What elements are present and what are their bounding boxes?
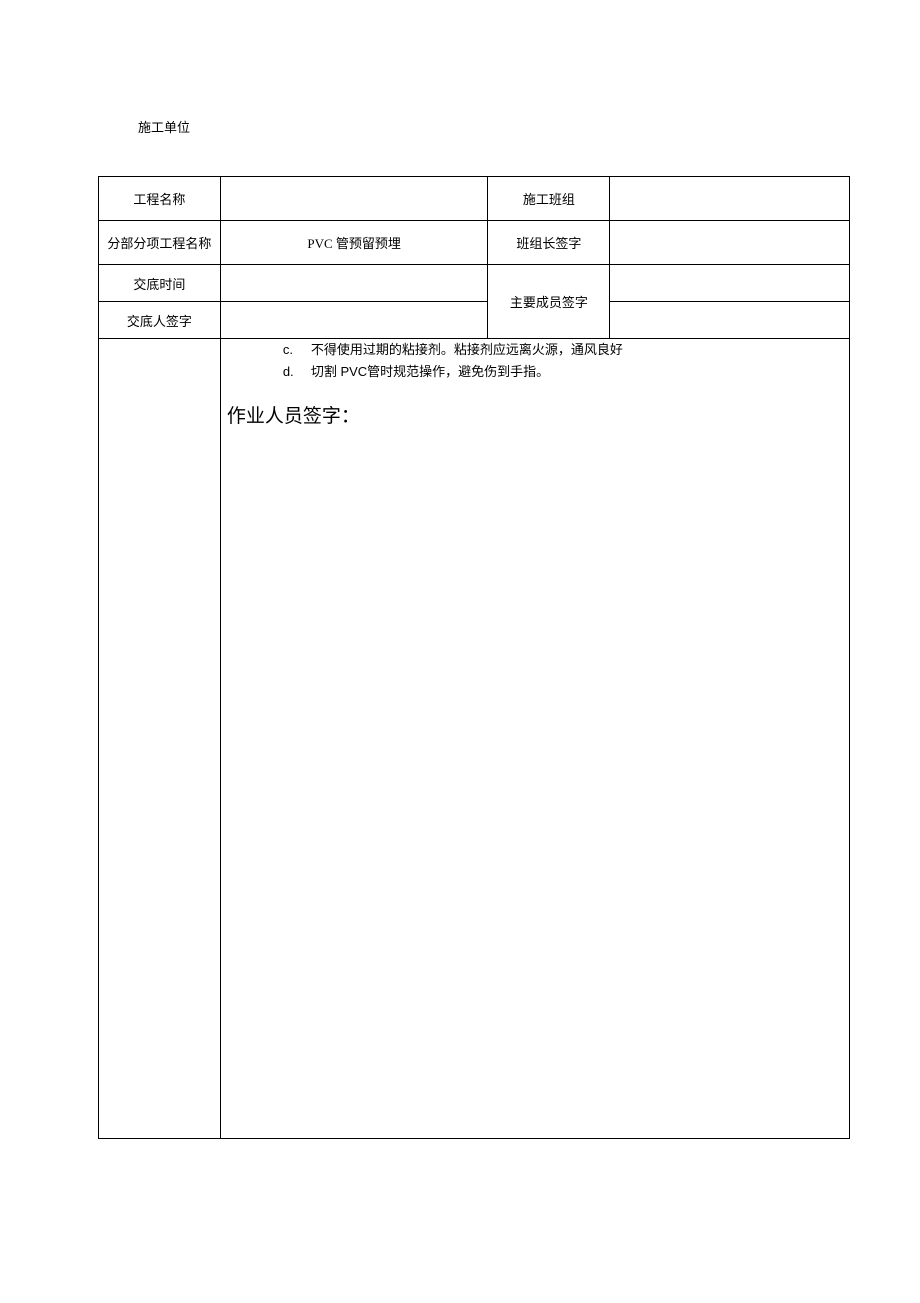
value-project-name [220,177,488,221]
label-disclosure-time: 交底时间 [99,265,221,302]
list-item-c: c.不得使用过期的粘接剂。粘接剂应远离火源，通风良好 [221,339,849,361]
label-construction-team: 施工班组 [488,177,610,221]
value-team-leader-sign [610,221,850,265]
label-team-leader-sign: 班组长签字 [488,221,610,265]
value-discloser-sign [220,302,488,339]
disclosure-form-table: 工程名称 施工班组 分部分项工程名称 PVC 管预留预埋 班组长签字 交底时间 … [98,176,850,1139]
value-disclosure-time [220,265,488,302]
construction-unit-label: 施工单位 [138,117,190,136]
label-discloser-sign: 交底人签字 [99,302,221,339]
value-sub-project: PVC 管预留预埋 [220,221,488,265]
item-c-text: 不得使用过期的粘接剂。粘接剂应远离火源，通风良好 [311,342,623,357]
item-c-marker: c. [283,339,311,361]
worker-signature-label: 作业人员签字： [221,401,849,428]
item-d-text: 切割 PVC管时规范操作，避免伤到手指。 [311,364,549,379]
value-main-members-sign-bottom [610,302,850,339]
value-main-members-sign-top [610,265,850,302]
list-item-d: d.切割 PVC管时规范操作，避免伤到手指。 [221,361,849,383]
value-construction-team [610,177,850,221]
label-main-members-sign: 主要成员签字 [488,265,610,339]
content-left-strip [99,339,221,1139]
label-project-name: 工程名称 [99,177,221,221]
item-d-marker: d. [283,361,311,383]
label-sub-project: 分部分项工程名称 [99,221,221,265]
content-body: c.不得使用过期的粘接剂。粘接剂应远离火源，通风良好 d.切割 PVC管时规范操… [220,339,849,1139]
